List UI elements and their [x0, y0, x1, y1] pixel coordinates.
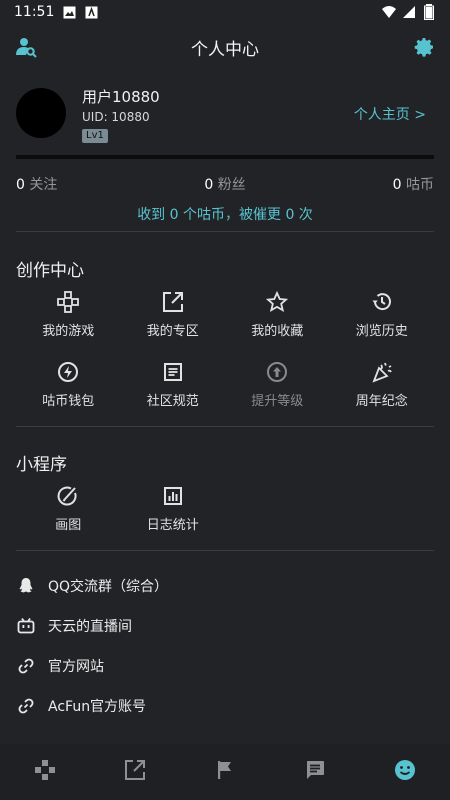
gamepad-icon — [34, 759, 56, 785]
link-live-room[interactable]: 天云的直播间 — [16, 606, 434, 646]
username: 用户10880 — [82, 88, 160, 106]
nav-messages[interactable] — [295, 752, 335, 792]
paint-icon — [56, 484, 80, 508]
creation-item-games-label: 我的游戏 — [42, 324, 95, 339]
message-icon — [304, 759, 326, 785]
mini-programs-title: 小程序 — [16, 455, 67, 475]
status-left: 11:51 — [14, 4, 98, 20]
divider-after-mini-programs — [16, 550, 434, 551]
user-search-icon[interactable] — [14, 35, 38, 59]
stat-coins-label: 咕币 — [406, 177, 434, 193]
divider-after-stats — [16, 231, 434, 232]
nav-profile[interactable] — [385, 752, 425, 792]
history-icon — [370, 290, 394, 314]
stat-following[interactable]: 0 关注 — [16, 174, 57, 194]
creation-item-wallet-label: 咕币钱包 — [42, 394, 95, 409]
user-uid: UID: 10880 — [82, 110, 150, 124]
link-official-site-label: 官方网站 — [48, 659, 104, 675]
upload-circle-icon — [265, 360, 289, 384]
status-right — [382, 4, 436, 20]
mini-program-log-stats-label: 日志统计 — [146, 518, 199, 533]
link-icon — [16, 656, 36, 676]
stat-fans-label: 粉丝 — [217, 177, 246, 193]
document-icon — [161, 360, 185, 384]
creation-item-zone-label: 我的专区 — [146, 324, 199, 339]
divider-after-creation — [16, 426, 434, 427]
creation-item-history-label: 浏览历史 — [355, 324, 408, 339]
stat-following-label: 关注 — [29, 177, 58, 193]
coin-info: 收到 0 个咕币，被催更 0 次 — [137, 207, 313, 223]
external-link-icon — [161, 290, 185, 314]
creation-grid: 我的游戏 我的专区 我的收藏 浏览历史 咕币钱包 社区规范 提升等级 周年纪念 — [16, 288, 434, 412]
text-file-icon — [84, 5, 98, 19]
stat-coins[interactable]: 0 咕币 — [393, 174, 434, 194]
page-title: 个人中心 — [191, 39, 259, 60]
creation-title: 创作中心 — [16, 261, 84, 281]
signal-icon — [402, 5, 416, 19]
creation-item-rules-label: 社区规范 — [146, 394, 199, 409]
creation-item-level-up[interactable]: 提升等级 — [225, 358, 330, 412]
creation-item-level-up-label: 提升等级 — [251, 394, 304, 409]
creation-item-wallet[interactable]: 咕币钱包 — [16, 358, 121, 412]
external-link-icon — [124, 759, 146, 785]
creation-item-favorites[interactable]: 我的收藏 — [225, 288, 330, 342]
link-icon — [16, 696, 36, 716]
level-badge: Lv1 — [82, 129, 108, 143]
stat-coins-count: 0 — [392, 177, 402, 193]
profile-card[interactable]: 用户10880 UID: 10880 Lv1 个人主页 > — [16, 86, 434, 146]
link-acfun-account-label: AcFun官方账号 — [48, 699, 147, 715]
avatar[interactable] — [16, 88, 66, 138]
stat-fans[interactable]: 0 粉丝 — [204, 174, 245, 194]
status-time: 11:51 — [14, 4, 55, 20]
gamepad-icon — [56, 290, 80, 314]
status-bar: 11:51 — [0, 0, 450, 24]
nav-flag[interactable] — [205, 752, 245, 792]
creation-item-zone[interactable]: 我的专区 — [121, 288, 226, 342]
links-list: QQ交流群（综合） 天云的直播间 官方网站 AcFun官方账号 — [16, 566, 434, 726]
image-icon — [62, 5, 76, 19]
mini-program-paint[interactable]: 画图 — [16, 482, 121, 536]
profile-home-link[interactable]: 个人主页 > — [354, 104, 426, 124]
creation-item-games[interactable]: 我的游戏 — [16, 288, 121, 342]
link-live-room-label: 天云的直播间 — [48, 619, 132, 635]
stat-fans-count: 0 — [204, 177, 214, 193]
stats-row: 0 关注 0 粉丝 0 咕币 — [16, 173, 434, 195]
link-official-site[interactable]: 官方网站 — [16, 646, 434, 686]
profile-divider — [16, 155, 434, 159]
creation-item-anniversary-label: 周年纪念 — [355, 394, 408, 409]
creation-item-history[interactable]: 浏览历史 — [330, 288, 435, 342]
smile-icon — [394, 759, 416, 785]
lightning-icon — [56, 360, 80, 384]
link-acfun-account[interactable]: AcFun官方账号 — [16, 686, 434, 726]
mini-programs-grid: 画图 日志统计 — [16, 482, 434, 536]
bottom-nav — [0, 744, 450, 800]
party-icon — [370, 360, 394, 384]
nav-zone[interactable] — [115, 752, 155, 792]
bilibili-tv-icon — [16, 616, 36, 636]
flag-icon — [214, 759, 236, 785]
star-icon — [265, 290, 289, 314]
gear-icon[interactable] — [412, 35, 436, 59]
link-qq-group-label: QQ交流群（综合） — [48, 579, 169, 595]
mini-program-log-stats[interactable]: 日志统计 — [121, 482, 226, 536]
stat-following-count: 0 — [16, 177, 25, 193]
battery-icon — [422, 4, 436, 20]
qq-icon — [16, 576, 36, 596]
mini-program-paint-label: 画图 — [55, 518, 82, 533]
chart-icon — [161, 484, 185, 508]
wifi-icon — [382, 5, 396, 19]
link-qq-group[interactable]: QQ交流群（综合） — [16, 566, 434, 606]
creation-item-rules[interactable]: 社区规范 — [121, 358, 226, 412]
nav-games[interactable] — [25, 752, 65, 792]
top-bar: 个人中心 — [0, 24, 450, 70]
creation-item-anniversary[interactable]: 周年纪念 — [330, 358, 435, 412]
creation-item-favorites-label: 我的收藏 — [251, 324, 304, 339]
